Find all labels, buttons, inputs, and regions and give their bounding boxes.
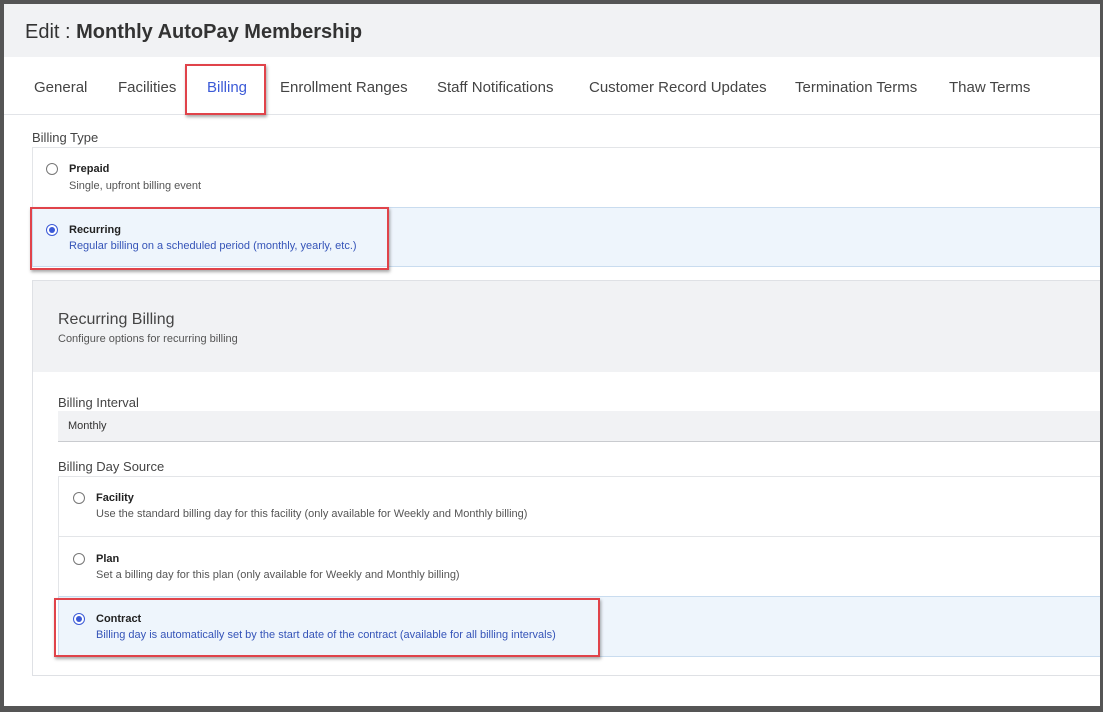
- day-source-option-facility[interactable]: Facility Use the standard billing day fo…: [58, 476, 1100, 537]
- billing-day-source-label: Billing Day Source: [58, 459, 165, 474]
- billing-type-option-recurring[interactable]: Recurring Regular billing on a scheduled…: [32, 207, 1100, 267]
- tab-billing[interactable]: Billing: [207, 79, 247, 96]
- contract-radio[interactable]: [73, 613, 85, 625]
- recurring-billing-panel: Recurring Billing Configure options for …: [32, 280, 1100, 676]
- day-source-option-plan[interactable]: Plan Set a billing day for this plan (on…: [58, 536, 1100, 597]
- option-title: Facility: [96, 492, 134, 504]
- tab-thaw-terms[interactable]: Thaw Terms: [949, 79, 1030, 96]
- page-title: Edit : Monthly AutoPay Membership: [25, 21, 362, 44]
- tab-enrollment-ranges[interactable]: Enrollment Ranges: [280, 79, 408, 96]
- option-title: Contract: [96, 613, 142, 625]
- facility-radio[interactable]: [73, 492, 85, 504]
- title-prefix: Edit :: [25, 21, 77, 43]
- billing-interval-value: Monthly: [68, 420, 107, 432]
- panel-title: Recurring Billing: [58, 311, 175, 328]
- tab-general[interactable]: General: [34, 79, 87, 96]
- day-source-option-contract[interactable]: Contract Billing day is automatically se…: [58, 596, 1100, 657]
- panel-header: Recurring Billing Configure options for …: [33, 281, 1100, 372]
- option-description: Regular billing on a scheduled period (m…: [69, 240, 357, 252]
- option-title: Recurring: [69, 224, 121, 236]
- tab-facilities[interactable]: Facilities: [118, 79, 176, 96]
- edit-window: Edit : Monthly AutoPay Membership Genera…: [4, 4, 1100, 706]
- page-header: Edit : Monthly AutoPay Membership: [4, 4, 1100, 57]
- option-description: Billing day is automatically set by the …: [96, 629, 556, 641]
- panel-subtitle: Configure options for recurring billing: [58, 333, 238, 345]
- billing-interval-select[interactable]: Monthly: [58, 411, 1100, 442]
- billing-interval-label: Billing Interval: [58, 395, 139, 410]
- option-title: Prepaid: [69, 163, 110, 175]
- billing-type-option-prepaid[interactable]: Prepaid Single, upfront billing event: [32, 147, 1100, 208]
- tab-customer-record-updates[interactable]: Customer Record Updates: [589, 79, 767, 96]
- prepaid-radio[interactable]: [46, 163, 58, 175]
- plan-radio[interactable]: [73, 553, 85, 565]
- membership-name: Monthly AutoPay Membership: [76, 21, 363, 43]
- tab-termination-terms[interactable]: Termination Terms: [795, 79, 917, 96]
- tab-staff-notifications[interactable]: Staff Notifications: [437, 79, 553, 96]
- option-description: Set a billing day for this plan (only av…: [96, 569, 460, 581]
- option-description: Use the standard billing day for this fa…: [96, 508, 528, 520]
- option-title: Plan: [96, 553, 120, 565]
- option-description: Single, upfront billing event: [69, 180, 202, 192]
- billing-type-label: Billing Type: [32, 130, 99, 145]
- tab-bar: General Facilities Billing Enrollment Ra…: [4, 57, 1100, 115]
- recurring-radio[interactable]: [46, 224, 58, 236]
